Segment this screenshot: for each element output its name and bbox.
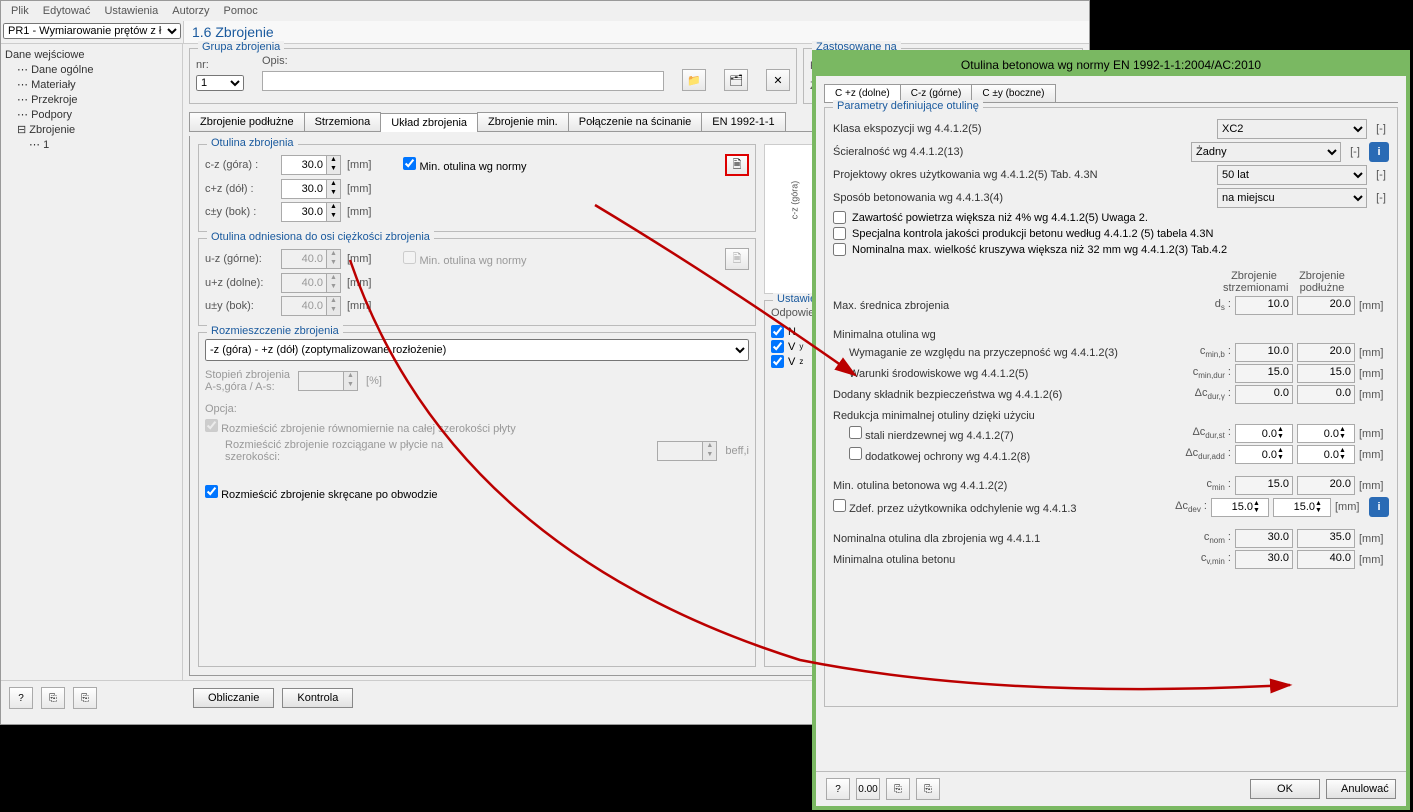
nr-select[interactable]: 1	[196, 75, 244, 91]
cz-dol-spin[interactable]: ▲▼	[281, 179, 341, 199]
cy-bok-label: c±y (bok) :	[205, 206, 275, 218]
rozm-fieldset: Rozmieszczenie zbrojenia -z (góra) - +z …	[198, 332, 756, 667]
min-otulina-os-check: Min. otulina wg normy	[403, 251, 526, 267]
dcdev1[interactable]: ▲▼	[1211, 498, 1269, 517]
min-otulina-check[interactable]: Min. otulina wg normy	[403, 157, 526, 173]
ok-button[interactable]: OK	[1250, 779, 1320, 799]
cz-dol-label: c+z (dół) :	[205, 183, 275, 195]
mm-unit: [mm]	[347, 159, 371, 171]
tree-przekroje[interactable]: ⋯ Przekroje	[5, 92, 178, 107]
cz-gora-spin[interactable]: ▲▼	[281, 155, 341, 175]
info-icon[interactable]: i	[1369, 142, 1389, 162]
menubar: Plik Edytować Ustawienia Autorzy Pomoc	[1, 1, 1089, 21]
beton-select[interactable]: na miejscu	[1217, 188, 1367, 208]
kontrola-button[interactable]: Kontrola	[282, 688, 353, 708]
dlg-footer: ? 0.00 ⎘ ⎘ OK Anulować	[816, 771, 1406, 806]
dcduradd2[interactable]: ▲▼	[1297, 445, 1355, 464]
tree-dane[interactable]: Dane wejściowe	[5, 48, 178, 62]
chk-skrecane[interactable]: Rozmieścić zbrojenie skręcane po obwodzi…	[205, 485, 749, 501]
folder-icon[interactable]: 🗂	[724, 69, 748, 91]
otulina-legend: Otulina zbrojenia	[207, 137, 298, 149]
menu-plik[interactable]: Plik	[11, 5, 29, 17]
dcdurst2[interactable]: ▲▼	[1297, 424, 1355, 443]
tab-podluzne[interactable]: Zbrojenie podłużne	[189, 112, 305, 131]
cy-bok-spin[interactable]: ▲▼	[281, 202, 341, 222]
dialog-title: Otulina betonowa wg normy EN 1992-1-1:20…	[816, 54, 1406, 76]
help-icon[interactable]: ?	[9, 687, 33, 709]
grupa-legend: Grupa zbrojenia	[198, 41, 284, 53]
obliczanie-button[interactable]: Obliczanie	[193, 688, 274, 708]
tab-uklad[interactable]: Układ zbrojenia	[380, 113, 478, 132]
chk-nominalna[interactable]: Nominalna max. wielkość kruszywa większa…	[833, 243, 1389, 256]
chk-ochrony[interactable]: dodatkowej ochrony wg 4.4.1.2(8)	[849, 447, 1167, 463]
dcdurst1[interactable]: ▲▼	[1235, 424, 1293, 443]
chk-stali[interactable]: stali nierdzewnej wg 4.4.1.2(7)	[849, 426, 1167, 442]
tool-icon-2[interactable]: ⎘	[73, 687, 97, 709]
tree-podpory[interactable]: ⋯ Podpory	[5, 107, 178, 122]
tab-en1992[interactable]: EN 1992-1-1	[701, 112, 785, 131]
dlg-tab-cy-boczne[interactable]: C ±y (boczne)	[971, 84, 1055, 102]
max-srednica: Max. średnica zbrojenia	[833, 300, 1167, 312]
beton-label: Sposób betonowania wg 4.4.1.3(4)	[833, 192, 1211, 204]
rozm-legend: Rozmieszczenie zbrojenia	[207, 325, 343, 337]
tree-materialy[interactable]: ⋯ Materiały	[5, 77, 178, 92]
otulina-dialog: Otulina betonowa wg normy EN 1992-1-1:20…	[812, 50, 1410, 810]
nav-tree[interactable]: Dane wejściowe ⋯ Dane ogólne ⋯ Materiały…	[1, 44, 183, 680]
tab-strzemiona[interactable]: Strzemiona	[304, 112, 382, 131]
dcduradd1[interactable]: ▲▼	[1235, 445, 1293, 464]
tab-zbrojenie-min[interactable]: Zbrojenie min.	[477, 112, 569, 131]
otulina-fieldset: Otulina zbrojenia c-z (góra) : ▲▼ [mm] M…	[198, 144, 756, 232]
stopien-spin: ▲▼	[298, 371, 358, 391]
tool-icon-1[interactable]: ⎘	[41, 687, 65, 709]
opis-label: Opis:	[262, 55, 664, 67]
tree-item-1[interactable]: ⋯ 1	[5, 137, 178, 152]
rozm-mode[interactable]: -z (góra) - +z (dół) (zoptymalizowane ro…	[205, 339, 749, 361]
otulina-os-fieldset: Otulina odniesiona do osi ciężkości zbro…	[198, 238, 756, 326]
menu-ustawienia[interactable]: Ustawienia	[104, 5, 158, 17]
norm-details-icon-2: 🗎	[725, 248, 749, 270]
chk-spec-kontrola[interactable]: Specjalna kontrola jakości produkcji bet…	[833, 227, 1389, 240]
norm-details-icon[interactable]: 🗎	[725, 154, 749, 176]
hdr-podl: Zbrojenie podłużne	[1291, 270, 1353, 294]
uz-gorne-spin: ▲▼	[281, 249, 341, 269]
project-select[interactable]: PR1 - Wymiarowanie prętów z ł	[3, 23, 181, 39]
tree-zbrojenie[interactable]: ⊟ Zbrojenie	[5, 122, 178, 137]
otulina-os-legend: Otulina odniesiona do osi ciężkości zbro…	[207, 231, 434, 243]
min-wg-label: Minimalna otulina wg	[833, 329, 1389, 341]
dlg-tool-2[interactable]: ⎘	[886, 778, 910, 800]
scier-select[interactable]: Żadny	[1191, 142, 1341, 162]
dlg-tool-3[interactable]: ⎘	[916, 778, 940, 800]
scier-label: Ścieralność wg 4.4.1.2(13)	[833, 146, 1185, 158]
dlg-params-legend: Parametry definiujące otulinę	[833, 100, 983, 112]
dlg-help-icon[interactable]: ?	[826, 778, 850, 800]
project-select-wrap: PR1 - Wymiarowanie prętów z ł	[1, 21, 183, 43]
page-title: 1.6 Zbrojenie	[183, 21, 1089, 43]
red-label: Redukcja minimalnej otuliny dzięki użyci…	[833, 410, 1389, 422]
opis-input[interactable]	[262, 71, 664, 91]
grupa-fieldset: Grupa zbrojenia nr: 1 Opis: 📁 🗂 ✕	[189, 48, 797, 104]
chk-powietrze[interactable]: Zawartość powietrza większa niż 4% wg 4.…	[833, 211, 1389, 224]
dcdev2[interactable]: ▲▼	[1273, 498, 1331, 517]
tab-polaczenie[interactable]: Połączenie na ścinanie	[568, 112, 703, 131]
okres-label: Projektowy okres użytkowania wg 4.4.1.2(…	[833, 169, 1211, 181]
dlg-tool-1[interactable]: 0.00	[856, 778, 880, 800]
okres-select[interactable]: 50 lat	[1217, 165, 1367, 185]
info-icon-2[interactable]: i	[1369, 497, 1389, 517]
chk-zdef[interactable]: Zdef. przez użytkownika odchylenie wg 4.…	[833, 499, 1143, 515]
menu-pomoc[interactable]: Pomoc	[224, 5, 258, 17]
cancel-button[interactable]: Anulować	[1326, 779, 1396, 799]
klasa-select[interactable]: XC2	[1217, 119, 1367, 139]
chk-rownomiernie: Rozmieścić zbrojenie równomiernie na cał…	[205, 419, 749, 435]
tree-ogolne[interactable]: ⋯ Dane ogólne	[5, 62, 178, 77]
klasa-label: Klasa ekspozycji wg 4.4.1.2(5)	[833, 123, 1211, 135]
menu-autorzy[interactable]: Autorzy	[172, 5, 209, 17]
hdr-strz: Zbrojenie strzemionami	[1223, 270, 1285, 294]
nr-label: nr:	[196, 59, 244, 71]
menu-edytowac[interactable]: Edytować	[43, 5, 91, 17]
folder-new-icon[interactable]: 📁	[682, 69, 706, 91]
dlg-params: Parametry definiujące otulinę Klasa eksp…	[824, 107, 1398, 707]
delete-icon[interactable]: ✕	[766, 69, 790, 91]
cz-gora-label: c-z (góra) :	[205, 159, 275, 171]
